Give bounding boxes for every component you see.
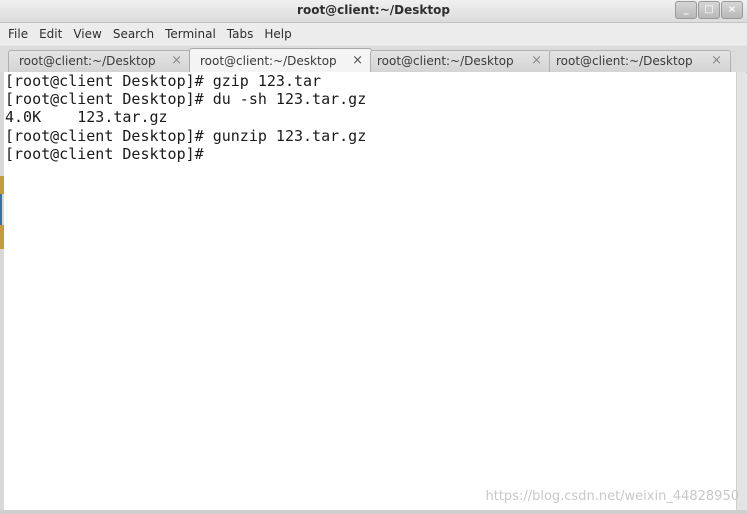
terminal-scrollbar[interactable] <box>736 72 746 510</box>
window-title: root@client:~/Desktop <box>297 3 450 17</box>
terminal-output[interactable]: [root@client Desktop]# gzip 123.tar [roo… <box>4 72 736 510</box>
maximize-button[interactable]: □ <box>698 1 720 19</box>
minimize-button[interactable]: _ <box>675 1 697 19</box>
menu-bar: File Edit View Search Terminal Tabs Help <box>0 23 747 45</box>
watermark: https://blog.csdn.net/weixin_44828950 <box>485 489 739 504</box>
menu-view[interactable]: View <box>67 23 106 45</box>
terminal-line: [root@client Desktop]# du -sh 123.tar.gz <box>5 90 367 109</box>
menu-terminal[interactable]: Terminal <box>159 23 221 45</box>
tab-4[interactable]: root@client:~/Desktop × <box>549 50 731 72</box>
tab-1[interactable]: root@client:~/Desktop × <box>8 50 191 72</box>
terminal-line: [root@client Desktop]# gunzip 123.tar.gz <box>5 126 367 145</box>
menu-help[interactable]: Help <box>258 23 296 45</box>
window-controls: _ □ × <box>674 1 743 19</box>
menu-edit[interactable]: Edit <box>33 23 67 45</box>
tab-3-close-icon[interactable]: × <box>531 53 542 68</box>
title-bar[interactable]: root@client:~/Desktop _ □ × <box>0 0 747 23</box>
terminal-window: root@client:~/Desktop _ □ × File Edit Vi… <box>0 0 747 514</box>
tab-2-active[interactable]: root@client:~/Desktop × <box>189 48 372 73</box>
tab-4-label: root@client:~/Desktop <box>556 54 693 68</box>
tab-3[interactable]: root@client:~/Desktop × <box>370 50 551 72</box>
tab-3-label: root@client:~/Desktop <box>377 54 514 68</box>
tab-2-close-icon[interactable]: × <box>352 53 363 68</box>
close-window-button[interactable]: × <box>721 1 743 19</box>
menu-tabs[interactable]: Tabs <box>221 23 259 45</box>
terminal-line: [root@client Desktop]# gzip 123.tar <box>5 72 322 90</box>
tab-bar: root@client:~/Desktop × root@client:~/De… <box>0 46 747 73</box>
tab-1-close-icon[interactable]: × <box>171 53 182 68</box>
menu-search[interactable]: Search <box>107 23 159 45</box>
tab-1-label: root@client:~/Desktop <box>19 54 156 68</box>
tab-2-label: root@client:~/Desktop <box>200 54 337 68</box>
terminal-prompt-line: [root@client Desktop]# <box>5 144 213 163</box>
terminal-line: 4.0K 123.tar.gz <box>5 108 168 127</box>
tab-4-close-icon[interactable]: × <box>711 53 722 68</box>
menu-file[interactable]: File <box>0 23 33 45</box>
